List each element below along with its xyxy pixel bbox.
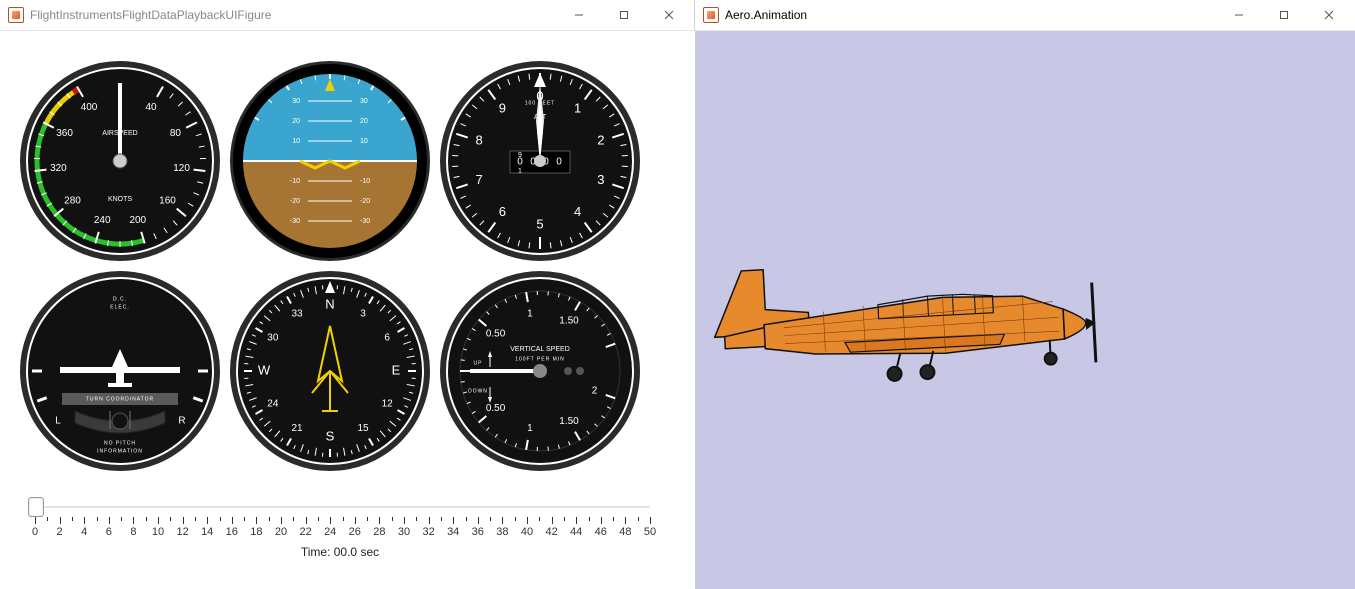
svg-text:-30: -30	[290, 218, 300, 225]
svg-text:30: 30	[360, 98, 368, 105]
titlebar-left[interactable]: FlightInstrumentsFlightDataPlaybackUIFig…	[0, 0, 695, 31]
svg-text:21: 21	[291, 423, 303, 434]
svg-text:INFORMATION: INFORMATION	[97, 448, 143, 454]
heading-gauge: N E S W 3 6 12 15 21 24 30 33	[230, 271, 430, 471]
svg-text:120: 120	[173, 163, 190, 174]
svg-text:5: 5	[536, 216, 543, 231]
svg-text:360: 360	[56, 128, 73, 139]
svg-text:24: 24	[267, 399, 279, 410]
svg-text:1.50: 1.50	[559, 315, 579, 326]
time-slider-area: 0246810121416182022242628303234363840424…	[20, 501, 660, 559]
svg-text:1: 1	[574, 101, 581, 116]
svg-text:10: 10	[292, 138, 300, 145]
svg-text:4: 4	[574, 204, 581, 219]
close-button[interactable]	[1306, 1, 1351, 29]
svg-text:0.50: 0.50	[486, 328, 506, 339]
svg-text:-20: -20	[360, 198, 370, 205]
svg-text:S: S	[326, 428, 335, 443]
svg-text:N: N	[325, 296, 334, 311]
time-label: Time: 00.0 sec	[20, 545, 660, 559]
minimize-button[interactable]	[556, 1, 601, 29]
time-slider[interactable]	[20, 501, 660, 511]
svg-text:3: 3	[597, 172, 604, 187]
window-title: Aero.Animation	[725, 8, 807, 22]
maximize-button[interactable]	[601, 1, 646, 29]
svg-text:R: R	[178, 416, 185, 427]
vertical-speed-gauge: 0.50 0.50 1 1 1.50 1.50 2 VERTICAL SPEED 100FT P…	[440, 271, 640, 471]
svg-text:1: 1	[527, 309, 533, 320]
svg-text:2: 2	[592, 385, 598, 396]
svg-text:160: 160	[159, 195, 176, 206]
minimize-button[interactable]	[1216, 1, 1261, 29]
close-button[interactable]	[646, 1, 691, 29]
matlab-icon	[703, 7, 719, 23]
svg-text:DOWN: DOWN	[468, 388, 488, 394]
svg-text:12: 12	[382, 399, 394, 410]
svg-text:0: 0	[517, 157, 523, 168]
svg-text:UP: UP	[474, 360, 483, 366]
maximize-button[interactable]	[1261, 1, 1306, 29]
svg-text:-10: -10	[290, 178, 300, 185]
svg-text:1: 1	[518, 168, 522, 175]
svg-text:KNOTS: KNOTS	[108, 196, 132, 203]
attitude-gauge: 30 30 20 20 10 10 -10 -10 -20 -20 -30 -30	[230, 61, 430, 261]
svg-text:W: W	[258, 362, 271, 377]
svg-text:-30: -30	[360, 218, 370, 225]
svg-text:1.50: 1.50	[559, 416, 579, 427]
svg-text:280: 280	[64, 195, 81, 206]
svg-text:0: 0	[556, 157, 562, 168]
svg-text:80: 80	[170, 128, 182, 139]
svg-text:E: E	[392, 362, 401, 377]
airspeed-gauge: 4080120160200240280320360400AIRSPEEDKNOT…	[20, 61, 220, 261]
svg-text:2: 2	[597, 133, 604, 148]
svg-text:9: 9	[499, 101, 506, 116]
flight-instruments-window: FlightInstrumentsFlightDataPlaybackUIFig…	[0, 0, 695, 589]
svg-text:240: 240	[94, 215, 111, 226]
svg-text:15: 15	[357, 423, 369, 434]
svg-text:-20: -20	[290, 198, 300, 205]
svg-text:200: 200	[129, 215, 146, 226]
titlebar-right[interactable]: Aero.Animation	[695, 0, 1355, 31]
slider-thumb[interactable]	[28, 497, 44, 517]
window-title: FlightInstrumentsFlightDataPlaybackUIFig…	[30, 8, 271, 22]
time-ruler: 0246810121416182022242628303234363840424…	[20, 517, 660, 533]
svg-text:40: 40	[145, 102, 157, 113]
turn-coordinator-gauge: D.C. ELEC. TURN COORDINATOR L R NO PITCH INFOR…	[20, 271, 220, 471]
animation-viewport[interactable]	[695, 31, 1355, 589]
svg-text:6: 6	[384, 333, 390, 344]
matlab-icon	[8, 7, 24, 23]
svg-text:TURN COORDINATOR: TURN COORDINATOR	[86, 396, 154, 402]
svg-text:8: 8	[476, 133, 483, 148]
svg-text:400: 400	[81, 102, 98, 113]
svg-text:-10: -10	[360, 178, 370, 185]
svg-text:6: 6	[499, 204, 506, 219]
svg-text:100FT PER MIN: 100FT PER MIN	[515, 356, 565, 362]
svg-text:0.50: 0.50	[486, 403, 506, 414]
svg-text:20: 20	[360, 118, 368, 125]
svg-text:VERTICAL SPEED: VERTICAL SPEED	[510, 346, 570, 353]
svg-text:320: 320	[50, 163, 67, 174]
svg-text:33: 33	[291, 308, 303, 319]
aero-animation-window: Aero.Animation	[695, 0, 1355, 589]
svg-text:NO PITCH: NO PITCH	[104, 440, 136, 446]
svg-text:L: L	[55, 416, 61, 427]
svg-text:20: 20	[292, 118, 300, 125]
svg-text:1: 1	[527, 423, 533, 434]
svg-text:10: 10	[360, 138, 368, 145]
svg-text:7: 7	[476, 172, 483, 187]
svg-text:ELEC.: ELEC.	[110, 304, 129, 310]
svg-text:30: 30	[292, 98, 300, 105]
altimeter-gauge: 0123456789100 FEETALT900001	[440, 61, 640, 261]
svg-text:D.C.: D.C.	[113, 296, 127, 302]
svg-text:30: 30	[267, 333, 279, 344]
svg-text:3: 3	[360, 308, 366, 319]
